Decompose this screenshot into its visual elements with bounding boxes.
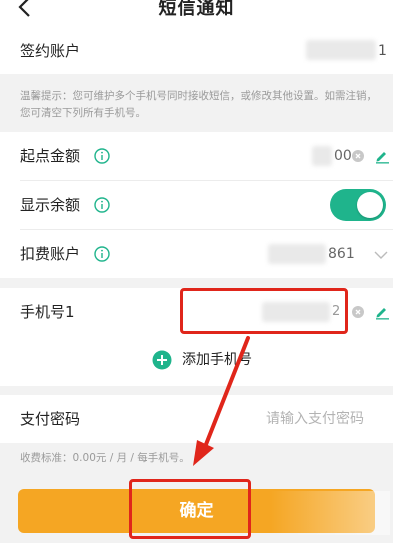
- info-icon[interactable]: [94, 148, 110, 164]
- fee-account-value-masked: [268, 244, 326, 264]
- fee-note: 收费标准：0.00元 / 月 / 每手机号。: [20, 452, 190, 464]
- toggle-knob: [357, 192, 383, 218]
- watermark-fade: [270, 491, 390, 535]
- nav-header: 短信通知: [0, 0, 393, 28]
- clear-icon[interactable]: [352, 150, 364, 162]
- fee-account-row[interactable]: 扣费账户 861: [0, 230, 393, 278]
- settings-card: 起点金额 00 显示余额 扣费账户 861: [0, 132, 393, 278]
- clear-icon[interactable]: [352, 306, 364, 318]
- threshold-value-suffix: 00: [334, 148, 352, 164]
- account-value-masked: [306, 40, 376, 60]
- chevron-down-icon[interactable]: [374, 250, 388, 260]
- fee-account-value-suffix: 861: [328, 246, 355, 262]
- add-circle-icon: [152, 350, 172, 370]
- show-balance-row: 显示余额: [0, 181, 393, 229]
- add-phone-button[interactable]: 添加手机号: [0, 340, 393, 384]
- notice-text: 温馨提示：您可维护多个手机号同时接收短信，或修改其他设置。如需注销，您可清空下列…: [20, 90, 377, 119]
- fee-account-label: 扣费账户: [20, 245, 81, 263]
- info-icon[interactable]: [94, 197, 110, 213]
- show-balance-label: 显示余额: [20, 196, 81, 214]
- pay-password-label: 支付密码: [20, 410, 81, 428]
- edit-pencil-icon[interactable]: [374, 304, 390, 320]
- highlight-box-confirm: [129, 479, 251, 539]
- pay-password-input[interactable]: 请输入支付密码: [266, 395, 364, 443]
- edit-pencil-icon[interactable]: [374, 148, 390, 164]
- account-label: 签约账户: [20, 42, 81, 60]
- threshold-row[interactable]: 起点金额 00: [0, 132, 393, 180]
- threshold-value-masked: [312, 146, 332, 166]
- password-card: 支付密码 请输入支付密码: [0, 395, 393, 443]
- page-title: 短信通知: [158, 0, 235, 19]
- account-value-suffix: 1: [378, 43, 387, 59]
- threshold-label: 起点金额: [20, 147, 81, 165]
- add-phone-label: 添加手机号: [182, 352, 252, 368]
- show-balance-toggle[interactable]: [330, 189, 386, 221]
- info-icon[interactable]: [94, 246, 110, 262]
- phone-label: 手机号1: [20, 303, 75, 321]
- highlight-box-phone: [180, 288, 348, 334]
- account-card: 签约账户 1: [0, 28, 393, 74]
